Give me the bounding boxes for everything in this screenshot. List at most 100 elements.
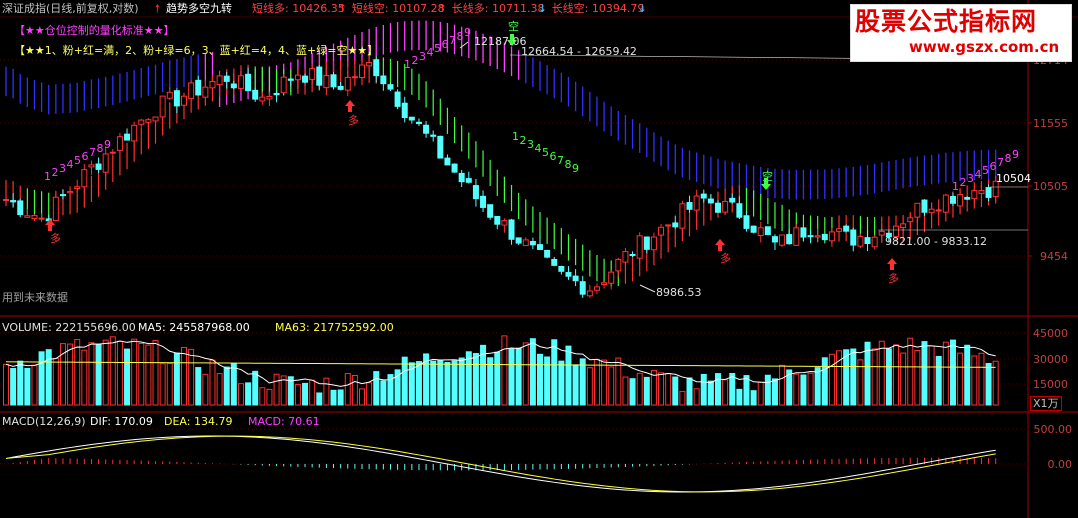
volume-bar-up bbox=[359, 388, 365, 406]
candle-down bbox=[380, 75, 387, 85]
header-value-3: 长线空: 10394.79 bbox=[551, 2, 645, 15]
volume-bar-down bbox=[686, 377, 693, 406]
candle-down bbox=[771, 236, 778, 243]
volume-bar-down bbox=[10, 368, 17, 406]
volume-bar-up bbox=[366, 382, 373, 406]
candle-up bbox=[109, 151, 116, 154]
volume-bar-down bbox=[949, 339, 956, 406]
nine-count: 6 bbox=[550, 150, 557, 163]
buy-arrow-icon bbox=[715, 239, 725, 251]
macd-dif: DIF: 170.09 bbox=[90, 415, 153, 428]
candle-up bbox=[622, 251, 629, 263]
volume-tick-label: 45000 bbox=[1033, 327, 1068, 340]
unit-label[interactable]: X1万 bbox=[1030, 396, 1062, 411]
candle-down bbox=[458, 172, 465, 183]
volume-bar-up bbox=[779, 364, 786, 406]
candle-down bbox=[451, 163, 458, 173]
watermark-logo: 股票公式指标网 www.gszx.com.cn bbox=[850, 4, 1072, 62]
macd-tick-label: 0.00 bbox=[1048, 458, 1073, 471]
nine-count: 1 bbox=[512, 130, 519, 143]
candle-up bbox=[814, 235, 821, 238]
volume-bar-down bbox=[537, 353, 543, 406]
volume-bar-down bbox=[373, 371, 380, 406]
nine-count: 4 bbox=[535, 142, 542, 155]
nine-count: 4 bbox=[427, 46, 434, 59]
candle-up bbox=[914, 202, 921, 218]
nine-count: 7 bbox=[557, 154, 564, 167]
volume-bar-down bbox=[465, 351, 472, 406]
volume-bar-down bbox=[850, 348, 857, 406]
candle-up bbox=[24, 215, 31, 218]
candle-up bbox=[693, 195, 700, 211]
stock-chart-canvas[interactable]: 1271411555105059454450003000015000500.00… bbox=[0, 0, 1078, 518]
nine-count: 9 bbox=[1012, 148, 1019, 161]
candle-down bbox=[252, 89, 259, 100]
candle-up bbox=[828, 231, 835, 242]
volume-bar-up bbox=[501, 335, 508, 406]
volume-bar-down bbox=[223, 366, 230, 406]
volume-bar-up bbox=[900, 352, 907, 406]
nine-count: 6 bbox=[82, 150, 89, 163]
candle-down bbox=[921, 199, 928, 213]
candle-up bbox=[131, 124, 138, 142]
volume-bar-down bbox=[24, 367, 31, 406]
volume-bar-up bbox=[237, 383, 244, 406]
candle-down bbox=[579, 281, 586, 295]
volume-ma5: MA5: 245587968.00 bbox=[138, 321, 250, 334]
volume-bar-down bbox=[885, 348, 892, 406]
volume-bar-down bbox=[707, 380, 714, 406]
volume-bar-up bbox=[159, 363, 166, 406]
volume-bar-up bbox=[522, 342, 529, 406]
candle-down bbox=[686, 202, 693, 210]
candle-down bbox=[700, 193, 707, 199]
volume-tick-label: 30000 bbox=[1033, 353, 1068, 366]
candle-down bbox=[544, 249, 551, 258]
candle-down bbox=[387, 84, 394, 90]
volume-bar-down bbox=[252, 370, 259, 406]
nine-count: 3 bbox=[967, 172, 974, 185]
volume-bar-down bbox=[672, 376, 679, 406]
volume-bar-down bbox=[643, 376, 650, 406]
candle-up bbox=[593, 286, 600, 291]
nine-count: 9 bbox=[464, 26, 471, 39]
volume-bar-up bbox=[608, 366, 615, 406]
candle-down bbox=[223, 75, 230, 82]
candle-down bbox=[302, 75, 309, 83]
candle-down bbox=[729, 197, 736, 203]
volume-bar-down bbox=[515, 347, 522, 406]
candle-up bbox=[259, 96, 266, 102]
volume-bar-down bbox=[743, 375, 750, 406]
candle-down bbox=[629, 253, 636, 256]
volume-bar-up bbox=[722, 379, 729, 406]
candle-up bbox=[81, 169, 88, 188]
candle-down bbox=[487, 204, 494, 218]
volume-bar-down bbox=[302, 382, 309, 406]
candle-up bbox=[871, 236, 878, 248]
last-label: 10504 bbox=[996, 172, 1031, 185]
candle-down bbox=[195, 79, 202, 96]
indicator-name: 趋势多空九转 bbox=[166, 2, 232, 15]
volume-tick-label: 15000 bbox=[1033, 378, 1068, 391]
candle-down bbox=[750, 225, 757, 233]
candle-down bbox=[245, 73, 252, 92]
volume-bar-up bbox=[793, 373, 800, 406]
candle-up bbox=[900, 223, 907, 228]
candle-up bbox=[878, 230, 885, 236]
candle-up bbox=[957, 194, 964, 207]
candle-down bbox=[423, 124, 430, 134]
candle-down bbox=[850, 229, 857, 246]
range-label: 12664.54 - 12659.42 bbox=[521, 45, 637, 58]
candle-up bbox=[907, 217, 914, 223]
candle-up bbox=[266, 95, 273, 100]
volume-bar-up bbox=[181, 346, 187, 406]
volume-bar-up bbox=[593, 358, 600, 406]
candle-up bbox=[836, 228, 843, 232]
volume-bar-down bbox=[771, 378, 778, 406]
volume-bar-down bbox=[17, 360, 24, 406]
down-arrow-icon: ↓ bbox=[537, 2, 547, 15]
nine-count: 8 bbox=[1005, 152, 1012, 165]
volume-bar-up bbox=[31, 364, 38, 406]
nine-count: 4 bbox=[67, 158, 74, 171]
volume-bar-down bbox=[715, 373, 721, 406]
volume-bar-down bbox=[380, 380, 387, 406]
